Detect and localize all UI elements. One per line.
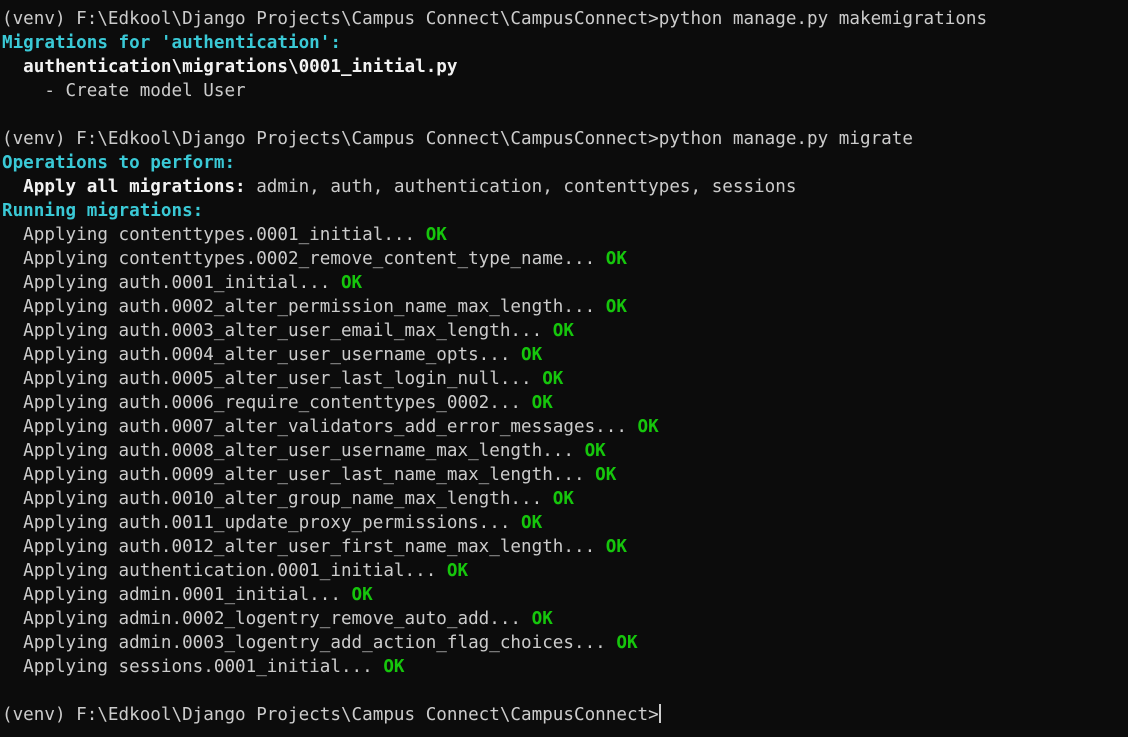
line-create-model-user: - Create model User bbox=[2, 79, 1128, 103]
line-operations-to-perform-seg-0: Operations to perform: bbox=[2, 153, 236, 173]
line-apply-auth-0008-seg-1: OK bbox=[574, 441, 606, 461]
line-apply-auth-0006: Applying auth.0006_require_contenttypes_… bbox=[2, 391, 1128, 415]
line-apply-contenttypes-0001-seg-0: Applying contenttypes.0001_initial... bbox=[2, 225, 416, 245]
terminal-window[interactable]: (venv) F:\Edkool\Django Projects\Campus … bbox=[0, 0, 1128, 737]
line-apply-auth-0012: Applying auth.0012_alter_user_first_name… bbox=[2, 535, 1128, 559]
line-apply-auth-0001: Applying auth.0001_initial... OK bbox=[2, 271, 1128, 295]
line-apply-auth-0003-seg-1: OK bbox=[542, 321, 574, 341]
line-apply-auth-0003-seg-0: Applying auth.0003_alter_user_email_max_… bbox=[2, 321, 543, 341]
line-apply-admin-0002-seg-1: OK bbox=[521, 609, 553, 629]
line-apply-auth-0008: Applying auth.0008_alter_user_username_m… bbox=[2, 439, 1128, 463]
line-apply-auth-0011-seg-1: OK bbox=[510, 513, 543, 533]
line-apply-auth-0010: Applying auth.0010_alter_group_name_max_… bbox=[2, 487, 1128, 511]
line-apply-auth-0003: Applying auth.0003_alter_user_email_max_… bbox=[2, 319, 1128, 343]
line-blank-2 bbox=[2, 679, 1128, 703]
line-apply-sessions-0001-seg-0: Applying sessions.0001_initial... bbox=[2, 657, 373, 677]
line-migrations-for: Migrations for 'authentication': bbox=[2, 31, 1128, 55]
line-apply-auth-0002-seg-0: Applying auth.0002_alter_permission_name… bbox=[2, 297, 596, 317]
line-apply-admin-0001: Applying admin.0001_initial... OK bbox=[2, 583, 1128, 607]
line-apply-all-migrations-seg-1: admin, auth, authentication, contenttype… bbox=[245, 177, 797, 197]
line-apply-auth-0002: Applying auth.0002_alter_permission_name… bbox=[2, 295, 1128, 319]
line-create-model-user-seg-0: - Create model User bbox=[2, 81, 246, 101]
line-prompt-migrate-seg-1: python manage.py migrate bbox=[658, 129, 913, 149]
line-apply-auth-0012-seg-1: OK bbox=[595, 537, 627, 557]
line-apply-auth-0007-seg-1: OK bbox=[626, 417, 659, 437]
line-apply-authentication-0001-seg-0: Applying authentication.0001_initial... bbox=[2, 561, 437, 581]
line-apply-admin-0002: Applying admin.0002_logentry_remove_auto… bbox=[2, 607, 1128, 631]
line-apply-sessions-0001: Applying sessions.0001_initial... OK bbox=[2, 655, 1128, 679]
line-apply-auth-0005-seg-0: Applying auth.0005_alter_user_last_login… bbox=[2, 369, 532, 389]
line-apply-auth-0009: Applying auth.0009_alter_user_last_name_… bbox=[2, 463, 1128, 487]
line-apply-contenttypes-0001: Applying contenttypes.0001_initial... OK bbox=[2, 223, 1128, 247]
line-apply-admin-0001-seg-1: OK bbox=[340, 585, 373, 605]
line-apply-auth-0006-seg-0: Applying auth.0006_require_contenttypes_… bbox=[2, 393, 522, 413]
line-apply-admin-0003-seg-1: OK bbox=[605, 633, 638, 653]
line-running-migrations-seg-0: Running migrations: bbox=[2, 201, 204, 221]
line-apply-contenttypes-0001-seg-1: OK bbox=[415, 225, 447, 245]
line-migration-file: authentication\migrations\0001_initial.p… bbox=[2, 55, 1128, 79]
line-apply-sessions-0001-seg-1: OK bbox=[372, 657, 405, 677]
line-prompt-makemigrations-seg-1: python manage.py makemigrations bbox=[658, 9, 988, 29]
line-apply-auth-0005: Applying auth.0005_alter_user_last_login… bbox=[2, 367, 1128, 391]
text-cursor bbox=[658, 704, 661, 723]
line-migration-file-seg-0: authentication\migrations\0001_initial.p… bbox=[2, 57, 458, 77]
line-apply-auth-0010-seg-1: OK bbox=[542, 489, 574, 509]
line-running-migrations: Running migrations: bbox=[2, 199, 1128, 223]
line-migrations-for-seg-0: Migrations for 'authentication': bbox=[2, 33, 341, 53]
line-apply-auth-0005-seg-1: OK bbox=[531, 369, 564, 389]
line-prompt-migrate-seg-0: (venv) F:\Edkool\Django Projects\Campus … bbox=[2, 129, 659, 149]
line-prompt-migrate: (venv) F:\Edkool\Django Projects\Campus … bbox=[2, 127, 1128, 151]
line-apply-admin-0002-seg-0: Applying admin.0002_logentry_remove_auto… bbox=[2, 609, 522, 629]
line-apply-auth-0011-seg-0: Applying auth.0011_update_proxy_permissi… bbox=[2, 513, 511, 533]
line-apply-auth-0010-seg-0: Applying auth.0010_alter_group_name_max_… bbox=[2, 489, 543, 509]
line-prompt-final-seg-0: (venv) F:\Edkool\Django Projects\Campus … bbox=[2, 705, 659, 725]
line-apply-contenttypes-0002-seg-0: Applying contenttypes.0002_remove_conten… bbox=[2, 249, 596, 269]
line-apply-auth-0012-seg-0: Applying auth.0012_alter_user_first_name… bbox=[2, 537, 596, 557]
line-apply-auth-0007-seg-0: Applying auth.0007_alter_validators_add_… bbox=[2, 417, 627, 437]
line-apply-auth-0001-seg-1: OK bbox=[330, 273, 363, 293]
line-prompt-makemigrations-seg-0: (venv) F:\Edkool\Django Projects\Campus … bbox=[2, 9, 659, 29]
line-apply-authentication-0001: Applying authentication.0001_initial... … bbox=[2, 559, 1128, 583]
line-apply-auth-0009-seg-0: Applying auth.0009_alter_user_last_name_… bbox=[2, 465, 585, 485]
line-apply-auth-0004-seg-0: Applying auth.0004_alter_user_username_o… bbox=[2, 345, 511, 365]
line-apply-auth-0007: Applying auth.0007_alter_validators_add_… bbox=[2, 415, 1128, 439]
line-apply-auth-0008-seg-0: Applying auth.0008_alter_user_username_m… bbox=[2, 441, 574, 461]
line-apply-admin-0001-seg-0: Applying admin.0001_initial... bbox=[2, 585, 341, 605]
line-operations-to-perform: Operations to perform: bbox=[2, 151, 1128, 175]
line-blank-1 bbox=[2, 103, 1128, 127]
terminal-output: (venv) F:\Edkool\Django Projects\Campus … bbox=[2, 7, 1128, 727]
line-prompt-final: (venv) F:\Edkool\Django Projects\Campus … bbox=[2, 703, 1128, 727]
line-apply-all-migrations: Apply all migrations: admin, auth, authe… bbox=[2, 175, 1128, 199]
line-apply-auth-0004-seg-1: OK bbox=[510, 345, 543, 365]
line-apply-auth-0001-seg-0: Applying auth.0001_initial... bbox=[2, 273, 331, 293]
line-apply-authentication-0001-seg-1: OK bbox=[436, 561, 469, 581]
line-apply-admin-0003: Applying admin.0003_logentry_add_action_… bbox=[2, 631, 1128, 655]
line-apply-all-migrations-seg-0: Apply all migrations: bbox=[2, 177, 246, 197]
line-apply-contenttypes-0002: Applying contenttypes.0002_remove_conten… bbox=[2, 247, 1128, 271]
line-apply-auth-0006-seg-1: OK bbox=[521, 393, 553, 413]
line-apply-auth-0009-seg-1: OK bbox=[584, 465, 617, 485]
line-prompt-makemigrations: (venv) F:\Edkool\Django Projects\Campus … bbox=[2, 7, 1128, 31]
line-apply-auth-0002-seg-1: OK bbox=[595, 297, 627, 317]
line-apply-contenttypes-0002-seg-1: OK bbox=[595, 249, 627, 269]
line-apply-auth-0011: Applying auth.0011_update_proxy_permissi… bbox=[2, 511, 1128, 535]
line-apply-auth-0004: Applying auth.0004_alter_user_username_o… bbox=[2, 343, 1128, 367]
line-apply-admin-0003-seg-0: Applying admin.0003_logentry_add_action_… bbox=[2, 633, 606, 653]
